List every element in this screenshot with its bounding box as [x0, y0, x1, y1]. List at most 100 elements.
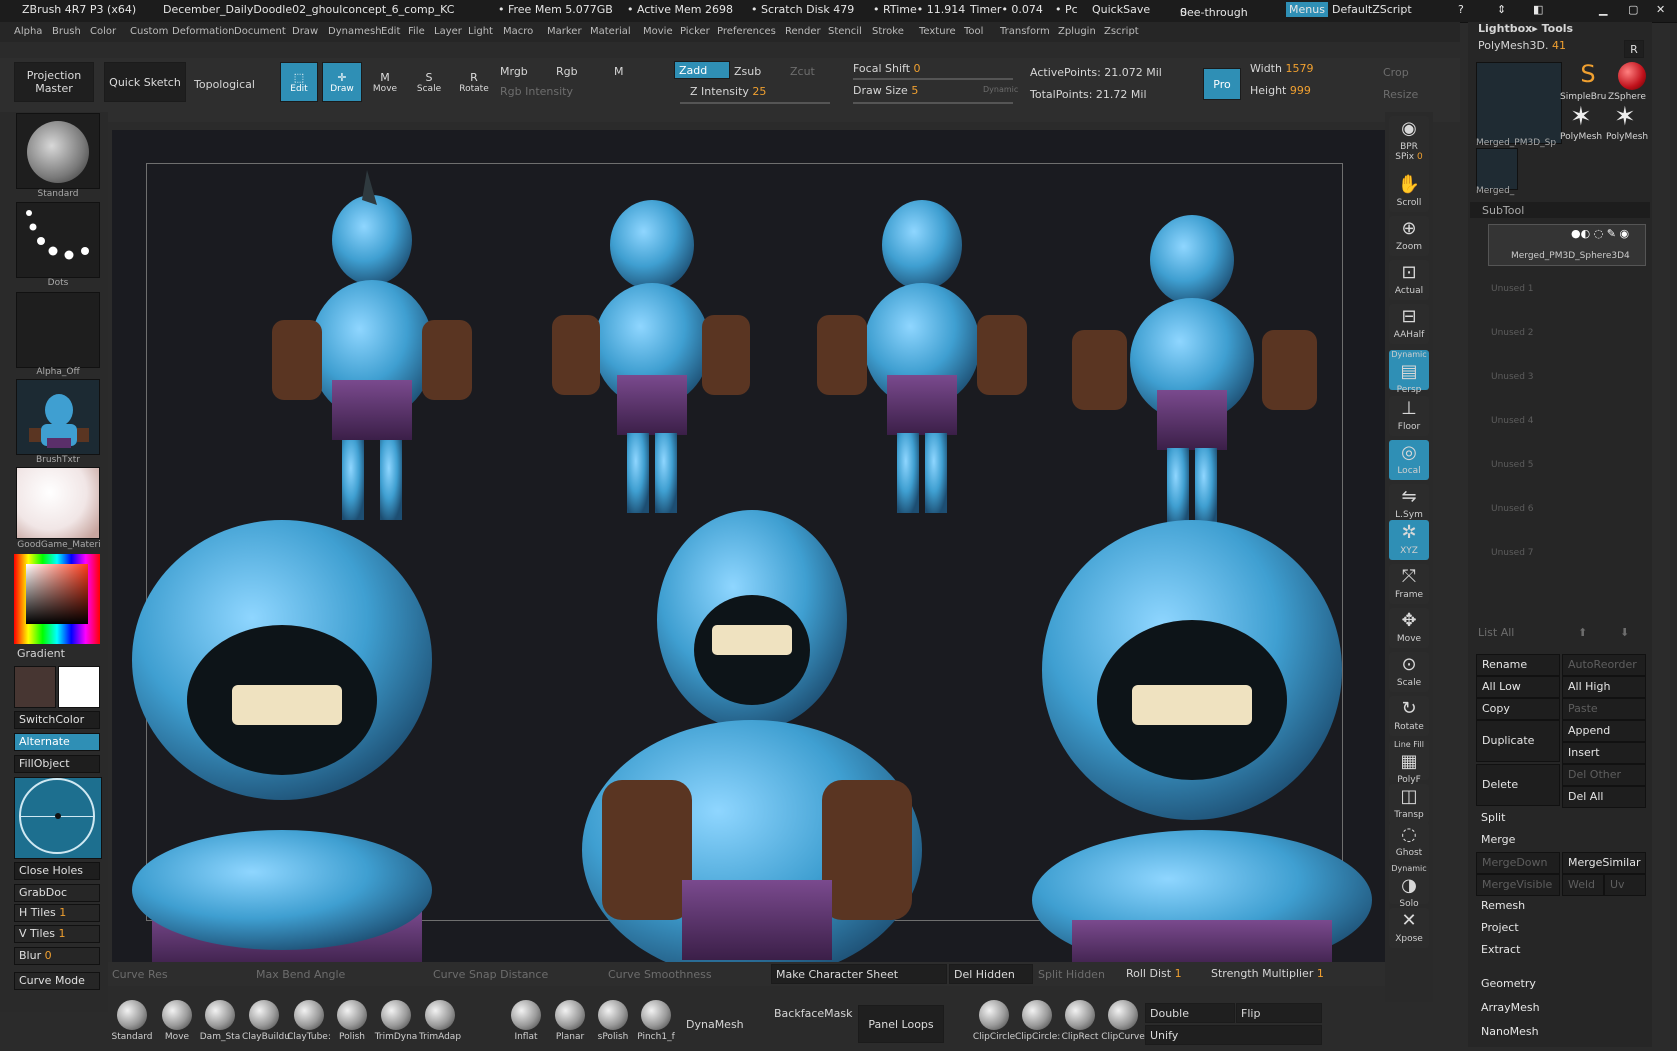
- shelf-scroll-button[interactable]: ✋ Scroll: [1389, 172, 1429, 212]
- menu-macro[interactable]: Macro: [503, 26, 533, 37]
- menu-deformation[interactable]: Deformation: [172, 26, 234, 37]
- all-high-button[interactable]: All High: [1562, 676, 1646, 698]
- brush-button[interactable]: Inflat: [504, 1000, 548, 1042]
- shelf-aahalf-button[interactable]: ⊟ AAHalf: [1389, 304, 1429, 344]
- split-menu[interactable]: Split: [1476, 808, 1646, 830]
- paste-button[interactable]: Paste: [1562, 698, 1646, 720]
- secondary-color-swatch[interactable]: [58, 666, 100, 708]
- move-subtool-down-icon[interactable]: ⬇: [1620, 626, 1629, 639]
- help-icon[interactable]: ?: [1458, 3, 1464, 16]
- settings-icon[interactable]: ◧: [1533, 3, 1543, 16]
- menu-stroke[interactable]: Stroke: [872, 26, 904, 37]
- rotate-button[interactable]: R Rotate: [454, 62, 494, 102]
- curve-smoothness-slider[interactable]: Curve Smoothness: [608, 968, 712, 981]
- lightbox-tools-header[interactable]: Lightbox▸ Tools: [1478, 22, 1573, 35]
- color-saturation-square[interactable]: [26, 564, 88, 624]
- edit-button[interactable]: ⬚ Edit: [280, 62, 318, 102]
- del-other-button[interactable]: Del Other: [1562, 764, 1646, 786]
- rename-button[interactable]: Rename: [1476, 654, 1560, 676]
- auto-reorder-button[interactable]: AutoReorder: [1562, 654, 1646, 676]
- menu-transform[interactable]: Transform: [1000, 26, 1050, 37]
- zadd-button[interactable]: Zadd: [674, 61, 730, 79]
- subtool-header[interactable]: SubTool: [1470, 202, 1650, 218]
- shelf-bpr-button[interactable]: ◉ BPR: [1389, 116, 1429, 156]
- zsphere-icon[interactable]: [1618, 62, 1646, 90]
- insert-button[interactable]: Insert: [1562, 742, 1646, 764]
- extract-menu[interactable]: Extract: [1476, 940, 1646, 962]
- mrgb-button[interactable]: Mrgb: [500, 65, 528, 78]
- subtool-slot[interactable]: Unused 5: [1477, 456, 1647, 496]
- pro-button[interactable]: Pro: [1203, 68, 1241, 100]
- subtool-slot[interactable]: Unused 3: [1477, 368, 1647, 408]
- menu-layer[interactable]: Layer: [434, 26, 462, 37]
- merge-similar-button[interactable]: MergeSimilar: [1562, 852, 1646, 874]
- main-color-swatch[interactable]: [14, 666, 56, 708]
- brush-button[interactable]: Standard: [110, 1000, 154, 1042]
- menu-texture[interactable]: Texture: [919, 26, 956, 37]
- append-button[interactable]: Append: [1562, 720, 1646, 742]
- resize-button[interactable]: Resize: [1383, 88, 1418, 101]
- unify-button[interactable]: Unify: [1145, 1025, 1322, 1045]
- merge-down-button[interactable]: MergeDown: [1476, 852, 1560, 874]
- z-intensity-track[interactable]: [680, 102, 830, 104]
- brush-button[interactable]: Polish: [330, 1000, 374, 1042]
- topological-button[interactable]: Topological: [194, 78, 255, 91]
- brush-button[interactable]: ClayTube:: [287, 1000, 331, 1042]
- default-zscript-button[interactable]: DefaultZScript: [1332, 3, 1412, 16]
- merge-menu[interactable]: Merge: [1476, 830, 1646, 852]
- menu-tool[interactable]: Tool: [964, 26, 983, 37]
- shelf-transp-button[interactable]: ◫ Transp: [1389, 784, 1429, 824]
- rotation-gizmo[interactable]: [14, 777, 102, 859]
- shelf-rotate-button[interactable]: ↻ Rotate: [1389, 696, 1429, 736]
- project-menu[interactable]: Project: [1476, 918, 1646, 940]
- focal-shift-track[interactable]: [853, 78, 1013, 80]
- nano-mesh-menu[interactable]: NanoMesh: [1476, 1022, 1646, 1044]
- all-low-button[interactable]: All Low: [1476, 676, 1560, 698]
- brush-button[interactable]: Planar: [548, 1000, 592, 1042]
- menu-marker[interactable]: Marker: [547, 26, 582, 37]
- rgb-intensity-slider[interactable]: Rgb Intensity: [500, 85, 573, 98]
- brush-button[interactable]: TrimAdap: [418, 1000, 462, 1042]
- r-button[interactable]: R: [1624, 40, 1644, 58]
- move-button[interactable]: M Move: [366, 62, 404, 102]
- draw-button[interactable]: ✛ Draw: [322, 62, 362, 102]
- dynamic-toggle[interactable]: Dynamic: [983, 85, 1018, 94]
- brush-button[interactable]: sPolish: [591, 1000, 635, 1042]
- strength-multiplier-slider[interactable]: Strength Multiplier 1: [1211, 967, 1324, 980]
- clip-brush-button[interactable]: ClipCircle:: [1015, 1000, 1060, 1042]
- tool-thumb-small[interactable]: [1476, 148, 1518, 190]
- brush-button[interactable]: ClayBuildu: [242, 1000, 290, 1042]
- gradient-button[interactable]: Gradient: [17, 647, 65, 660]
- curve-mode-button[interactable]: Curve Mode: [14, 972, 100, 990]
- shelf-xpose-button[interactable]: ✕ Xpose: [1389, 908, 1429, 948]
- brush-button[interactable]: Move: [155, 1000, 199, 1042]
- quick-sketch-button[interactable]: Quick Sketch: [104, 62, 186, 102]
- max-bend-angle-slider[interactable]: Max Bend Angle: [256, 968, 345, 981]
- focal-shift-slider[interactable]: Focal Shift 0: [853, 62, 921, 75]
- color-picker[interactable]: [14, 554, 100, 644]
- height-slider[interactable]: Height 999: [1250, 84, 1311, 97]
- simple-brush-icon[interactable]: S: [1568, 60, 1608, 88]
- shelf-lsym-button[interactable]: ⇋ L.Sym: [1389, 484, 1429, 524]
- shelf-ghost-button[interactable]: ◌ Ghost: [1389, 822, 1429, 862]
- menu-alpha[interactable]: Alpha: [14, 26, 42, 37]
- width-slider[interactable]: Width 1579: [1250, 62, 1313, 75]
- zsub-button[interactable]: Zsub: [734, 65, 761, 78]
- brush-thumbnail[interactable]: [16, 113, 100, 189]
- menu-movie[interactable]: Movie: [643, 26, 673, 37]
- m-button[interactable]: M: [614, 65, 624, 78]
- geometry-menu[interactable]: Geometry: [1476, 974, 1646, 996]
- menu-picker[interactable]: Picker: [680, 26, 710, 37]
- alpha-thumbnail[interactable]: [16, 292, 100, 368]
- split-hidden-button[interactable]: Split Hidden: [1038, 968, 1105, 981]
- alternate-button[interactable]: Alternate: [14, 733, 100, 751]
- shelf-frame-button[interactable]: ⤧ Frame: [1389, 564, 1429, 604]
- subtool-item[interactable]: Merged_PM3D_Sphere3D4 ●◐ ◌ ✎ ◉: [1488, 224, 1646, 266]
- subtool-visibility-icon[interactable]: ●◐ ◌ ✎ ◉: [1571, 227, 1629, 240]
- subtool-slot[interactable]: Unused 4: [1477, 412, 1647, 452]
- shelf-solo-button[interactable]: Dynamic ◑ Solo: [1389, 864, 1429, 909]
- close-icon[interactable]: ✕: [1656, 3, 1665, 16]
- menu-document[interactable]: Document: [234, 26, 286, 37]
- menu-light[interactable]: Light: [468, 26, 493, 37]
- stroke-thumbnail[interactable]: [16, 202, 100, 278]
